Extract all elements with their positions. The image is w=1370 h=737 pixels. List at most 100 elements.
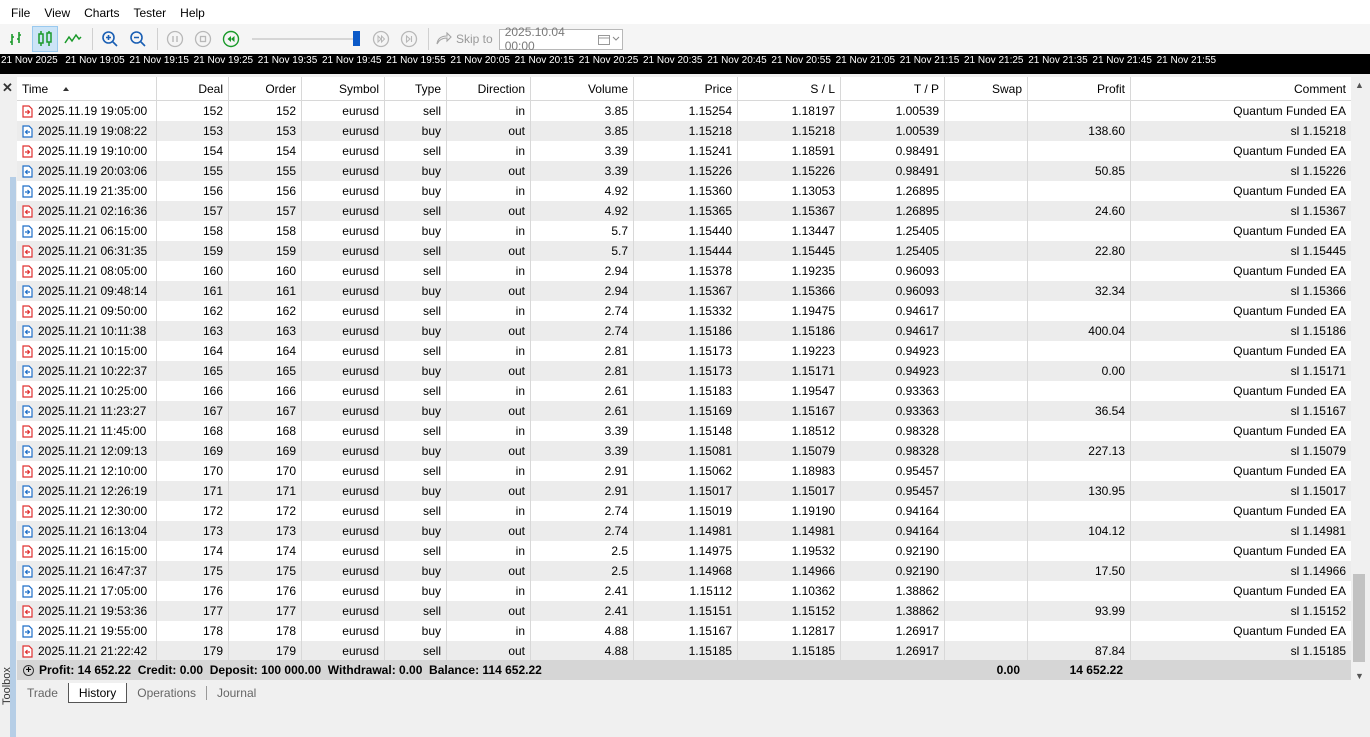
line-chart-button[interactable]: [60, 26, 86, 52]
tab-operations[interactable]: Operations: [127, 683, 206, 703]
cell-volume: 2.91: [531, 481, 634, 501]
scrollbar-thumb[interactable]: [1353, 574, 1365, 662]
table-row[interactable]: 2025.11.21 16:47:37 175 175 eurusd buy out 2.5…: [17, 561, 1351, 581]
cell-volume: 2.41: [531, 601, 634, 621]
table-row[interactable]: 2025.11.21 02:16:36 157 157 eurusd sell out 4.…: [17, 201, 1351, 221]
vertical-scrollbar[interactable]: ▲ ▼: [1351, 77, 1368, 683]
column-header-symbol[interactable]: Symbol: [302, 77, 385, 101]
column-header-deal[interactable]: Deal: [157, 77, 229, 101]
timeline-label: 21 Nov 20:55: [771, 55, 831, 66]
column-header-comment[interactable]: Comment: [1131, 77, 1351, 101]
cell-sl: 1.15367: [738, 201, 841, 221]
menu-help[interactable]: Help: [173, 0, 212, 24]
cell-price: 1.15226: [634, 161, 738, 181]
column-header-tp[interactable]: T / P: [841, 77, 945, 101]
cell-sl: 1.15366: [738, 281, 841, 301]
column-header-time[interactable]: Time: [17, 77, 157, 101]
menu-view[interactable]: View: [37, 0, 77, 24]
cell-direction: out: [447, 601, 531, 621]
cell-comment: Quantum Funded EA: [1233, 624, 1346, 638]
table-row[interactable]: 2025.11.21 06:15:00 158 158 eurusd buy in 5.7 1…: [17, 221, 1351, 241]
column-header-volume[interactable]: Volume: [531, 77, 634, 101]
cell-tp: 1.26917: [841, 641, 945, 661]
table-row[interactable]: 2025.11.19 21:35:00 156 156 eurusd buy in 4.92…: [17, 181, 1351, 201]
table-row[interactable]: 2025.11.21 11:45:00 168 168 eurusd sell in 3.3…: [17, 421, 1351, 441]
cell-type: buy: [385, 441, 447, 461]
speed-slider-thumb[interactable]: [353, 31, 360, 46]
tab-journal[interactable]: Journal: [207, 683, 266, 703]
cell-type: buy: [385, 361, 447, 381]
cell-direction: out: [447, 121, 531, 141]
table-row[interactable]: 2025.11.21 09:50:00 162 162 eurusd sell in 2.7…: [17, 301, 1351, 321]
table-row[interactable]: 2025.11.19 19:08:22 153 153 eurusd buy out 3.8…: [17, 121, 1351, 141]
column-header-sl[interactable]: S / L: [738, 77, 841, 101]
candlestick-button[interactable]: [32, 26, 58, 52]
table-row[interactable]: 2025.11.21 06:31:35 159 159 eurusd sell out 5.…: [17, 241, 1351, 261]
cell-volume: 2.81: [531, 341, 634, 361]
menu-file[interactable]: File: [4, 0, 37, 24]
sell-deal-out-icon: [22, 604, 33, 618]
column-header-direction[interactable]: Direction: [447, 77, 531, 101]
table-row[interactable]: 2025.11.21 16:15:00 174 174 eurusd sell in 2.5…: [17, 541, 1351, 561]
close-icon[interactable]: ✕: [2, 80, 13, 96]
column-header-price[interactable]: Price: [634, 77, 738, 101]
table-row[interactable]: 2025.11.21 10:25:00 166 166 eurusd sell in 2.6…: [17, 381, 1351, 401]
sell-deal-out-icon: [22, 204, 33, 218]
table-row[interactable]: 2025.11.21 16:13:04 173 173 eurusd buy out 2.7…: [17, 521, 1351, 541]
cell-profit: 0.00: [1028, 361, 1131, 381]
sort-ascending-icon: [63, 87, 70, 91]
calendar-dropdown[interactable]: [597, 34, 622, 45]
rewind-button[interactable]: [218, 26, 244, 52]
menu-charts[interactable]: Charts: [77, 0, 126, 24]
table-row[interactable]: 2025.11.21 10:15:00 164 164 eurusd sell in 2.8…: [17, 341, 1351, 361]
skip-date-field[interactable]: 2025.10.04 00:00: [498, 25, 623, 53]
cell-sl: 1.14966: [738, 561, 841, 581]
expand-plus-icon[interactable]: +: [23, 664, 34, 676]
scroll-up-icon[interactable]: ▲: [1355, 80, 1364, 90]
cell-symbol: eurusd: [302, 441, 385, 461]
table-row[interactable]: 2025.11.21 08:05:00 160 160 eurusd sell in 2.9…: [17, 261, 1351, 281]
table-row[interactable]: 2025.11.21 12:26:19 171 171 eurusd buy out 2.9…: [17, 481, 1351, 501]
cell-price: 1.15112: [634, 581, 738, 601]
zoom-in-button[interactable]: [97, 26, 123, 52]
menu-tester[interactable]: Tester: [126, 0, 173, 24]
table-row[interactable]: 2025.11.19 19:10:00 154 154 eurusd sell in 3.3…: [17, 141, 1351, 161]
speed-slider[interactable]: [252, 29, 362, 49]
tab-trade[interactable]: Trade: [17, 683, 68, 703]
table-row[interactable]: 2025.11.19 20:03:06 155 155 eurusd buy out 3.3…: [17, 161, 1351, 181]
scroll-down-icon[interactable]: ▼: [1355, 671, 1364, 681]
fast-forward-button[interactable]: [368, 26, 394, 52]
cell-time-text: 2025.11.21 10:25:00: [38, 384, 148, 398]
table-row[interactable]: 2025.11.19 19:05:00 152 152 eurusd sell in 3.8…: [17, 101, 1351, 121]
column-header-type[interactable]: Type: [385, 77, 447, 101]
cell-sl: 1.15167: [738, 401, 841, 421]
cell-swap: [945, 421, 1028, 441]
column-header-order[interactable]: Order: [229, 77, 302, 101]
table-row[interactable]: 2025.11.21 12:30:00 172 172 eurusd sell in 2.7…: [17, 501, 1351, 521]
table-row[interactable]: 2025.11.21 17:05:00 176 176 eurusd buy in 2.41…: [17, 581, 1351, 601]
pause-button[interactable]: [162, 26, 188, 52]
skip-end-button[interactable]: [396, 26, 422, 52]
cell-price: 1.15167: [634, 621, 738, 641]
cell-tp: 1.38862: [841, 601, 945, 621]
cell-symbol: eurusd: [302, 121, 385, 141]
table-row[interactable]: 2025.11.21 10:22:37 165 165 eurusd buy out 2.8…: [17, 361, 1351, 381]
column-header-swap[interactable]: Swap: [945, 77, 1028, 101]
column-header-profit[interactable]: Profit: [1028, 77, 1131, 101]
bar-chart-button[interactable]: [4, 26, 30, 52]
table-row[interactable]: 2025.11.21 12:09:13 169 169 eurusd buy out 3.3…: [17, 441, 1351, 461]
table-row[interactable]: 2025.11.21 10:11:38 163 163 eurusd buy out 2.7…: [17, 321, 1351, 341]
table-row[interactable]: 2025.11.21 12:10:00 170 170 eurusd sell in 2.9…: [17, 461, 1351, 481]
cell-time: 2025.11.21 11:45:00: [17, 421, 157, 441]
toolbox-strip-bar: [10, 177, 16, 737]
table-row[interactable]: 2025.11.21 21:22:42 179 179 eurusd sell out 4.…: [17, 641, 1351, 661]
tab-history[interactable]: History: [67, 683, 128, 703]
table-row[interactable]: 2025.11.21 09:48:14 161 161 eurusd buy out 2.9…: [17, 281, 1351, 301]
skip-to-button[interactable]: Skip to: [435, 32, 493, 46]
table-row[interactable]: 2025.11.21 19:53:36 177 177 eurusd sell out 2.…: [17, 601, 1351, 621]
stop-button[interactable]: [190, 26, 216, 52]
table-row[interactable]: 2025.11.21 19:55:00 178 178 eurusd buy in 4.88…: [17, 621, 1351, 641]
zoom-out-button[interactable]: [125, 26, 151, 52]
table-row[interactable]: 2025.11.21 11:23:27 167 167 eurusd buy out 2.6…: [17, 401, 1351, 421]
cell-sl: 1.15152: [738, 601, 841, 621]
